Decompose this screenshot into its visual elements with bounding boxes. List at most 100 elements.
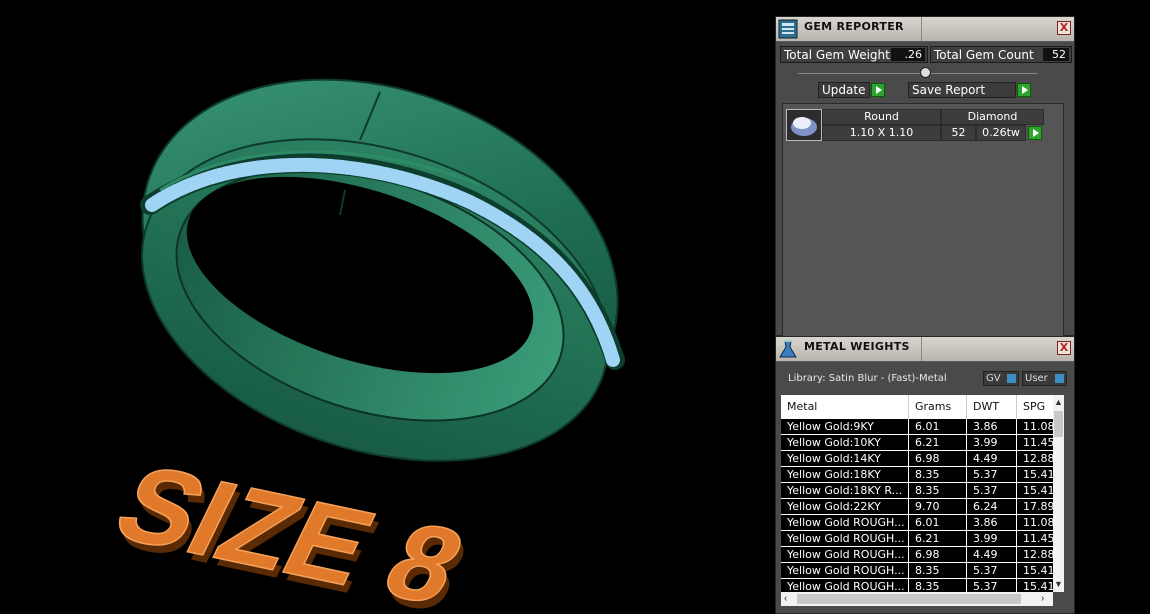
gem-count: 52: [941, 125, 976, 141]
table-row[interactable]: Yellow Gold:10KY 6.21 3.99 11.45: [781, 435, 1053, 451]
cell-grams: 9.70: [909, 499, 967, 514]
save-report-button[interactable]: Save Report: [908, 82, 1016, 98]
cell-spg: 11.08: [1017, 419, 1053, 434]
cell-dwt: 6.24: [967, 499, 1017, 514]
cell-spg: 15.41: [1017, 563, 1053, 578]
title-divider: [921, 337, 922, 361]
cell-grams: 8.35: [909, 483, 967, 498]
cell-spg: 15.41: [1017, 579, 1053, 592]
cell-dwt: 5.37: [967, 467, 1017, 482]
table-row[interactable]: Yellow Gold:14KY 6.98 4.49 12.88: [781, 451, 1053, 467]
total-gem-weight-label: Total Gem Weight: [784, 48, 890, 62]
cell-metal: Yellow Gold ROUGH...: [781, 547, 909, 562]
scroll-up-icon[interactable]: ▲: [1054, 397, 1063, 407]
slider-handle[interactable]: [920, 67, 931, 78]
cell-spg: 15.41: [1017, 467, 1053, 482]
metal-weights-title: METAL WEIGHTS: [804, 340, 910, 353]
update-run-icon[interactable]: [871, 83, 885, 97]
metal-weights-table: Metal Grams DWT SPG Yellow Gold:9KY 6.01 3…: [781, 395, 1053, 592]
cell-grams: 8.35: [909, 579, 967, 592]
cell-dwt: 3.86: [967, 515, 1017, 530]
cell-grams: 8.35: [909, 467, 967, 482]
gem-material: Diamond: [941, 109, 1044, 125]
save-report-run-icon[interactable]: [1017, 83, 1031, 97]
user-toggle-knob: [1055, 374, 1064, 383]
cell-grams: 6.21: [909, 435, 967, 450]
save-report-label: Save Report: [912, 83, 986, 97]
table-row[interactable]: Yellow Gold:18KY 8.35 5.37 15.41: [781, 467, 1053, 483]
cell-grams: 6.01: [909, 419, 967, 434]
table-row[interactable]: Yellow Gold:18KY R... 8.35 5.37 15.41: [781, 483, 1053, 499]
user-toggle[interactable]: User: [1022, 371, 1067, 386]
cell-dwt: 5.37: [967, 579, 1017, 592]
gem-shape: Round: [822, 109, 941, 125]
cell-metal: Yellow Gold:18KY: [781, 467, 909, 482]
cell-dwt: 3.99: [967, 531, 1017, 546]
cell-spg: 12.88: [1017, 451, 1053, 466]
gem-reporter-panel: GEM REPORTER X Total Gem Weight .26 Tota…: [775, 16, 1075, 341]
column-header-dwt[interactable]: DWT: [967, 395, 1017, 419]
metal-weights-panel: METAL WEIGHTS X Library: Satin Blur - (F…: [775, 336, 1075, 614]
vertical-scrollbar[interactable]: ▲ ▼: [1053, 395, 1064, 592]
cell-dwt: 5.37: [967, 563, 1017, 578]
slider-track[interactable]: [798, 73, 1038, 74]
cell-grams: 8.35: [909, 563, 967, 578]
cell-metal: Yellow Gold:18KY R...: [781, 483, 909, 498]
h-scroll-thumb[interactable]: [797, 594, 1021, 604]
column-header-metal[interactable]: Metal: [781, 395, 909, 419]
scroll-left-icon[interactable]: ‹: [784, 592, 787, 606]
table-row[interactable]: Yellow Gold:22KY 9.70 6.24 17.89: [781, 499, 1053, 515]
cell-spg: 11.45: [1017, 531, 1053, 546]
gem-list: Round Diamond 1.10 X 1.10 52 0.26tw: [782, 103, 1064, 341]
column-header-spg[interactable]: SPG: [1017, 395, 1053, 419]
gv-toggle-knob: [1007, 374, 1016, 383]
cell-grams: 6.01: [909, 515, 967, 530]
gem-reporter-close-button[interactable]: X: [1057, 21, 1071, 35]
table-row[interactable]: Yellow Gold ROUGH... 6.01 3.86 11.08: [781, 515, 1053, 531]
gem-reporter-title: GEM REPORTER: [804, 20, 904, 33]
table-row[interactable]: Yellow Gold ROUGH... 6.21 3.99 11.45: [781, 531, 1053, 547]
scroll-thumb[interactable]: [1054, 411, 1063, 437]
horizontal-scrollbar[interactable]: ‹ ›: [781, 592, 1053, 606]
total-gem-count-label: Total Gem Count: [934, 48, 1034, 62]
update-button[interactable]: Update: [818, 82, 870, 98]
scroll-right-icon[interactable]: ›: [1041, 592, 1044, 606]
gem-reporter-titlebar[interactable]: GEM REPORTER X: [776, 17, 1074, 42]
cell-metal: Yellow Gold:9KY: [781, 419, 909, 434]
gem-reporter-icon: [778, 19, 798, 39]
column-header-grams[interactable]: Grams: [909, 395, 967, 419]
cell-spg: 17.89: [1017, 499, 1053, 514]
cell-dwt: 4.49: [967, 547, 1017, 562]
cell-metal: Yellow Gold:14KY: [781, 451, 909, 466]
gem-run-icon[interactable]: [1028, 126, 1042, 140]
cell-spg: 12.88: [1017, 547, 1053, 562]
total-gem-weight-field: Total Gem Weight .26: [780, 46, 928, 63]
diamond-thumbnail: [786, 109, 822, 141]
render-viewport[interactable]: SIZE 8 SIZE 8: [0, 0, 775, 614]
table-row[interactable]: Yellow Gold ROUGH... 8.35 5.37 15.41: [781, 579, 1053, 592]
cell-dwt: 4.49: [967, 451, 1017, 466]
gem-size: 1.10 X 1.10: [822, 125, 941, 141]
total-gem-count-value[interactable]: 52: [1043, 48, 1069, 61]
cell-dwt: 3.86: [967, 419, 1017, 434]
ring-render: SIZE 8 SIZE 8: [97, 78, 625, 614]
cell-grams: 6.21: [909, 531, 967, 546]
scroll-down-icon[interactable]: ▼: [1054, 579, 1063, 589]
table-row[interactable]: Yellow Gold:9KY 6.01 3.86 11.08: [781, 419, 1053, 435]
cell-metal: Yellow Gold:22KY: [781, 499, 909, 514]
cell-metal: Yellow Gold ROUGH...: [781, 579, 909, 592]
total-gem-weight-value[interactable]: .26: [891, 48, 925, 61]
gv-toggle[interactable]: GV: [983, 371, 1019, 386]
update-label: Update: [822, 83, 866, 97]
flask-icon: [779, 340, 797, 358]
cell-spg: 15.41: [1017, 483, 1053, 498]
metal-weights-titlebar[interactable]: METAL WEIGHTS X: [776, 337, 1074, 362]
cell-dwt: 3.99: [967, 435, 1017, 450]
table-row[interactable]: Yellow Gold ROUGH... 8.35 5.37 15.41: [781, 563, 1053, 579]
table-row[interactable]: Yellow Gold ROUGH... 6.98 4.49 12.88: [781, 547, 1053, 563]
gem-weight: 0.26tw: [976, 125, 1026, 141]
diamond-icon: [791, 117, 817, 136]
metal-weights-close-button[interactable]: X: [1057, 341, 1071, 355]
title-divider: [921, 17, 922, 41]
cell-metal: Yellow Gold ROUGH...: [781, 563, 909, 578]
